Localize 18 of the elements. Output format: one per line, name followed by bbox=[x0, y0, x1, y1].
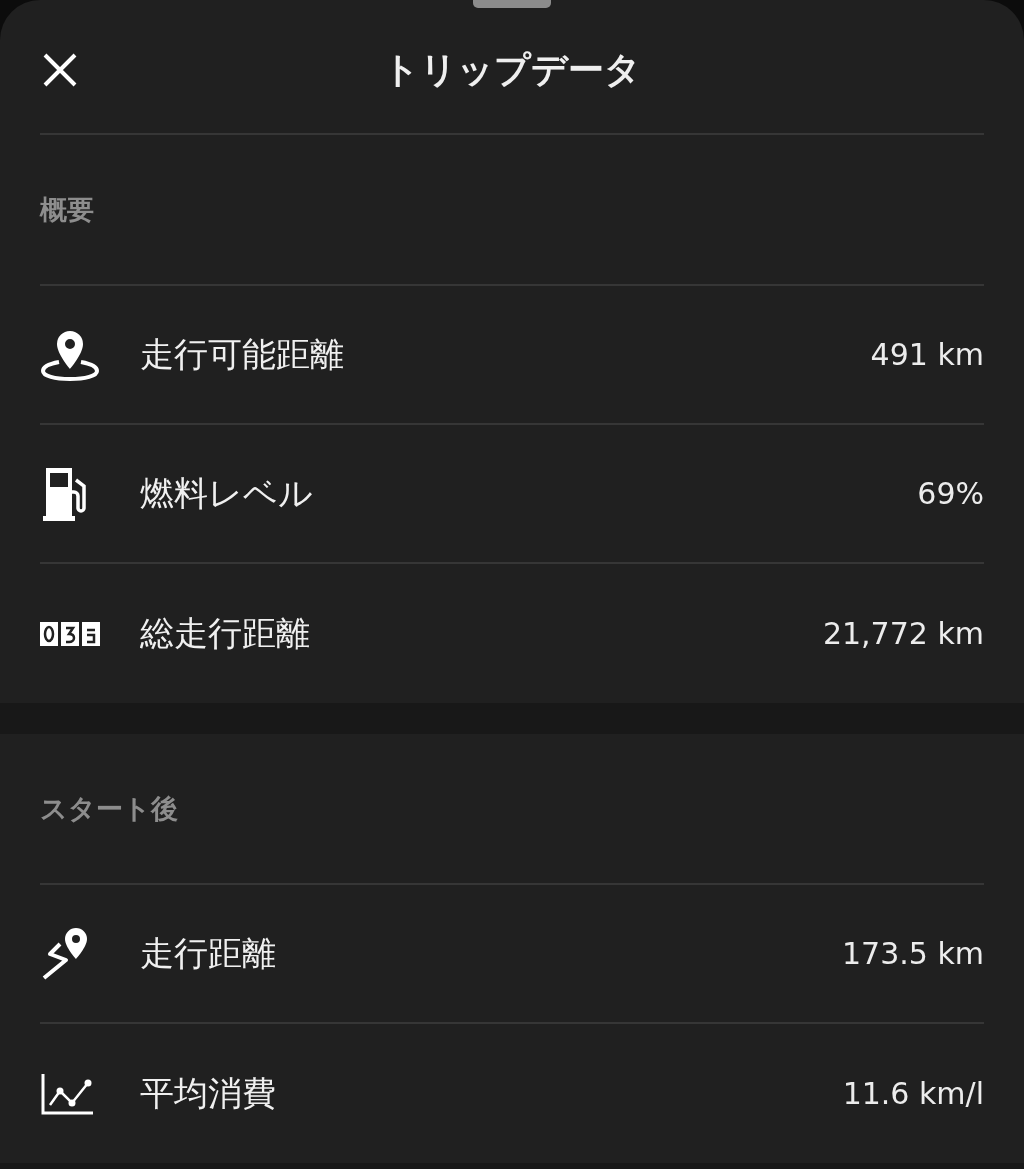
window-title: トリップデータ bbox=[383, 48, 641, 92]
row-label: 走行可能距離 bbox=[140, 332, 345, 376]
row-label: 平均消費 bbox=[140, 1071, 277, 1115]
row-label: 走行距離 bbox=[140, 931, 277, 975]
odometer-icon bbox=[40, 619, 102, 648]
row-value: 491 km bbox=[870, 337, 984, 372]
row-value: 173.5 km bbox=[841, 936, 984, 971]
section-label: 概要 bbox=[40, 135, 984, 286]
row-label: 燃料レベル bbox=[140, 471, 314, 515]
row-value: 69% bbox=[917, 476, 984, 511]
line-chart-icon bbox=[40, 1071, 94, 1116]
close-icon bbox=[42, 52, 78, 88]
drag-handle[interactable] bbox=[473, 0, 551, 8]
section-label: スタート後 bbox=[40, 734, 984, 885]
row-value: 11.6 km/l bbox=[842, 1076, 984, 1111]
row-label: 総走行距離 bbox=[140, 611, 311, 655]
location-pin-icon bbox=[40, 328, 100, 381]
row-value: 21,772 km bbox=[822, 616, 984, 651]
